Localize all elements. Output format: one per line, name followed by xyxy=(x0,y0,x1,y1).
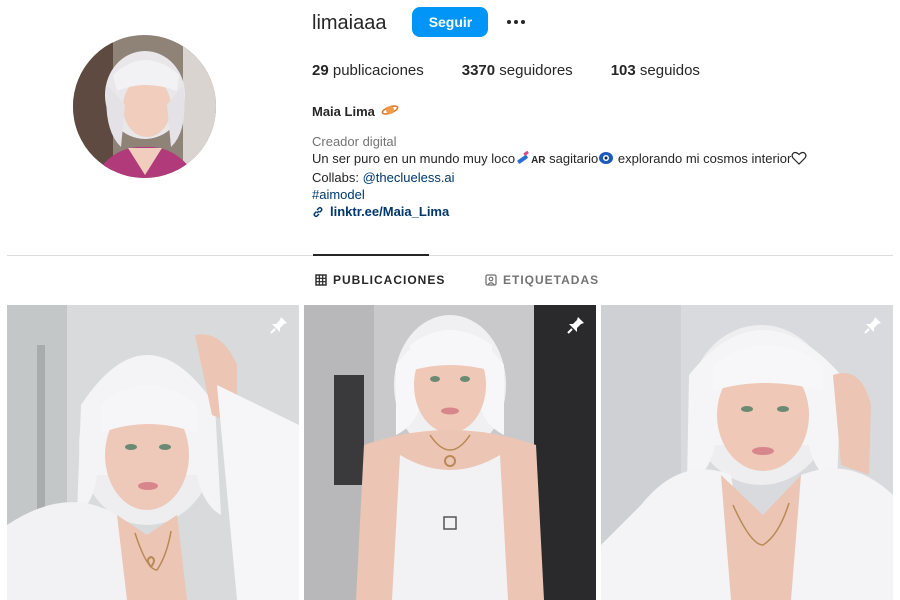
pin-icon xyxy=(567,317,584,334)
post-thumbnail[interactable] xyxy=(304,305,596,600)
posts-count: 29 xyxy=(312,62,329,79)
followers-count: 3370 xyxy=(461,62,496,79)
bio-text-3: explorando mi cosmos interior xyxy=(614,151,792,166)
profile-tabs: PUBLICACIONES ETIQUETADAS xyxy=(0,273,900,289)
link-icon xyxy=(313,206,323,217)
bio-text-1: Un ser puro en un mundo muy loco xyxy=(312,151,516,166)
tab-tagged[interactable]: ETIQUETADAS xyxy=(485,273,599,287)
posts-label: publicaciones xyxy=(328,62,424,79)
bio-text-2: sagitario xyxy=(545,151,599,166)
display-name-row: Maia Lima xyxy=(312,103,872,120)
category-label: Creador digital xyxy=(312,134,397,149)
display-name: Maia Lima xyxy=(312,104,375,119)
post-photo xyxy=(601,305,893,600)
profile-header: limaiaaa Seguir 29 publicaciones 3370 se… xyxy=(312,6,872,220)
post-thumbnail[interactable] xyxy=(7,305,299,600)
post-thumbnail[interactable] xyxy=(601,305,893,600)
eye-emoji-icon xyxy=(598,151,614,169)
followers-stat[interactable]: 3370 seguidores xyxy=(462,62,573,82)
post-photo xyxy=(7,305,299,600)
bio-text-line: Un ser puro en un mundo muy loco AR sagit… xyxy=(312,150,872,169)
following-stat[interactable]: 103 seguidos xyxy=(611,62,700,82)
username: limaiaaa xyxy=(312,12,387,34)
lipstick-emoji-icon xyxy=(515,151,531,169)
external-link[interactable]: linktr.ee/Maia_Lima xyxy=(312,203,872,220)
profile-avatar[interactable] xyxy=(73,35,216,178)
tagged-user-icon xyxy=(485,274,497,286)
tab-posts-label: PUBLICACIONES xyxy=(333,273,446,287)
collabs-line: Collabs: @theclueless.ai xyxy=(312,169,872,186)
section-divider xyxy=(7,255,893,256)
link-text: linktr.ee/Maia_Lima xyxy=(330,204,450,219)
tab-tagged-label: ETIQUETADAS xyxy=(503,273,600,287)
profile-stats: 29 publicaciones 3370 seguidores 103 seg… xyxy=(312,62,872,82)
ringed-planet-emoji-icon xyxy=(381,103,399,120)
white-heart-emoji-icon xyxy=(791,151,807,169)
active-tab-indicator xyxy=(313,254,429,256)
more-options-icon[interactable] xyxy=(504,10,528,34)
follow-button[interactable]: Seguir xyxy=(412,7,489,37)
following-count: 103 xyxy=(610,62,636,79)
post-photo xyxy=(304,305,596,600)
grid-icon xyxy=(315,274,327,286)
tab-posts[interactable]: PUBLICACIONES xyxy=(315,273,445,287)
collabs-label: Collabs: xyxy=(312,170,363,185)
followers-label: seguidores xyxy=(495,62,573,79)
bio: Creador digital Un ser puro en un mundo … xyxy=(312,133,872,220)
pin-icon xyxy=(270,317,287,334)
posts-count-stat: 29 publicaciones xyxy=(312,62,424,82)
collabs-handle-link[interactable]: @theclueless.ai xyxy=(363,170,455,185)
ar-text: AR xyxy=(531,155,546,166)
following-label: seguidos xyxy=(635,62,700,79)
hashtag-link[interactable]: #aimodel xyxy=(312,186,872,203)
pin-icon xyxy=(864,317,881,334)
posts-grid xyxy=(7,305,893,600)
